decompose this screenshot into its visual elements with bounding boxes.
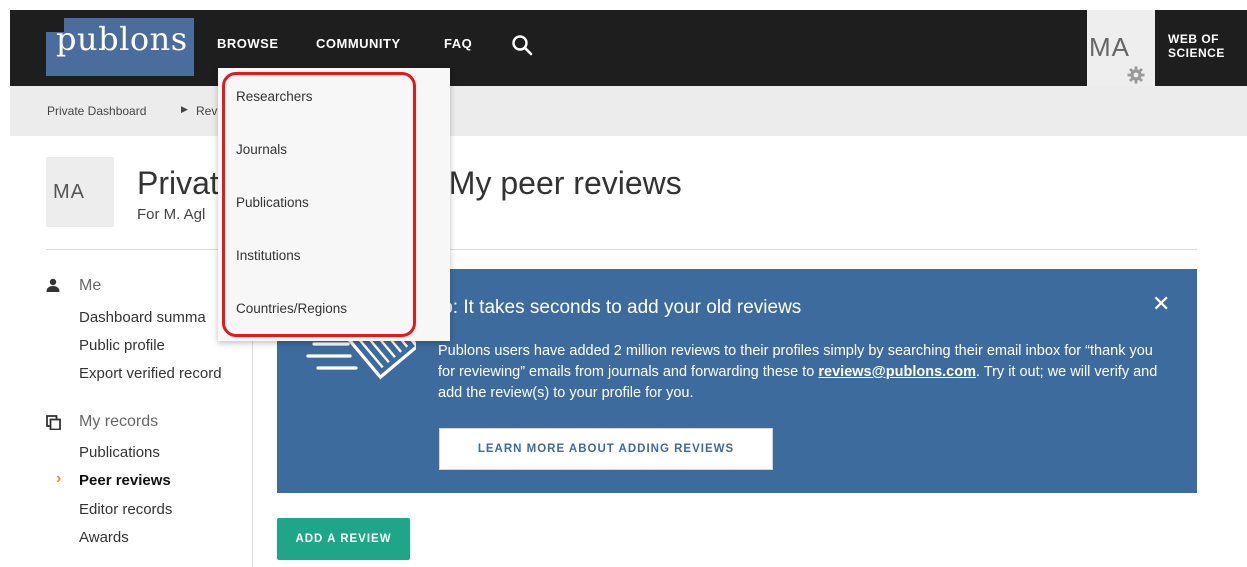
gear-icon[interactable] xyxy=(1127,66,1145,84)
menu-highlight-outline xyxy=(222,72,416,337)
profile-avatar-initials: MA xyxy=(53,181,85,203)
user-avatar-initials: MA xyxy=(1089,32,1130,62)
breadcrumb-private-dashboard[interactable]: Private Dashboard xyxy=(47,104,146,118)
sidebar-item-dashboard-summary[interactable]: Dashboard summa xyxy=(79,309,206,326)
nav-browse[interactable]: BROWSE xyxy=(217,36,279,51)
page-title-right: My peer reviews xyxy=(448,165,682,201)
user-icon xyxy=(46,278,60,292)
sidebar-heading-me: Me xyxy=(79,277,102,294)
nav-faq[interactable]: FAQ xyxy=(444,36,472,51)
web-of-science-link[interactable]: WEB OF SCIENCE xyxy=(1168,32,1225,60)
reviews-email-link[interactable]: reviews@publons.com xyxy=(818,364,976,380)
top-margin xyxy=(0,0,1247,10)
web-of-science-line1: WEB OF xyxy=(1168,32,1219,46)
breadcrumb-separator-icon: ▶ xyxy=(181,104,188,114)
sidebar-item-peer-reviews[interactable]: Peer reviews xyxy=(79,472,171,489)
add-review-button[interactable]: ADD A REVIEW xyxy=(277,518,410,560)
learn-more-button[interactable]: LEARN MORE ABOUT ADDING REVIEWS xyxy=(439,428,773,470)
tip-title: ip: It takes seconds to add your old rev… xyxy=(438,297,802,318)
page-subtitle: For M. Agl xyxy=(137,206,206,223)
sidebar-item-editor-records[interactable]: Editor records xyxy=(79,501,172,518)
sidebar-item-export-verified-record[interactable]: Export verified record xyxy=(79,365,222,382)
copy-icon xyxy=(46,415,61,430)
search-icon[interactable] xyxy=(511,34,533,56)
navbar-background xyxy=(10,10,1247,86)
sidebar-heading-my-records: My records xyxy=(79,413,159,430)
page-title-left: Privat xyxy=(137,165,219,201)
chevron-right-icon: › xyxy=(56,470,62,487)
breadcrumb-reviews[interactable]: Rev xyxy=(196,104,217,118)
sidebar-item-publications[interactable]: Publications xyxy=(79,444,160,461)
sidebar-item-public-profile[interactable]: Public profile xyxy=(79,337,165,354)
logo-text: publons xyxy=(56,20,188,58)
nav-community[interactable]: COMMUNITY xyxy=(316,36,401,51)
tip-body: Publons users have added 2 million revie… xyxy=(438,341,1158,404)
close-icon[interactable]: ✕ xyxy=(1152,291,1170,317)
web-of-science-line2: SCIENCE xyxy=(1168,46,1225,60)
sidebar-item-awards[interactable]: Awards xyxy=(79,529,129,546)
